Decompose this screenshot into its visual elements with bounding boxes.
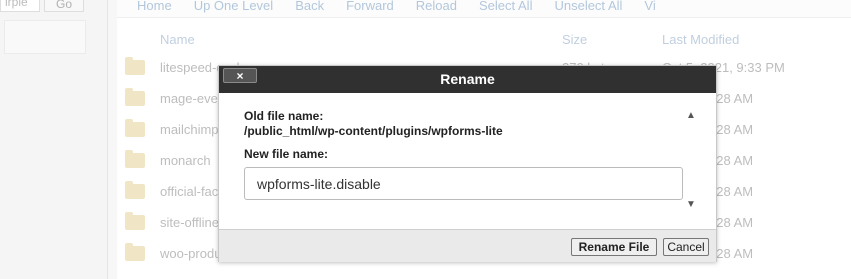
old-file-path: /public_html/wp-content/plugins/wpforms-… [244,124,503,138]
rename-file-button[interactable]: Rename File [571,238,657,256]
close-button[interactable]: × [223,68,257,83]
dialog-header: Rename × [219,66,716,93]
scroll-down-icon[interactable]: ▼ [684,198,698,212]
rename-dialog: Rename × Old file name: /public_html/wp-… [218,65,717,262]
dialog-title: Rename [440,71,495,87]
old-name-label: Old file name: [244,109,324,123]
cancel-button[interactable]: Cancel [663,238,709,256]
new-name-label: New file name: [244,147,329,161]
scroll-up-icon[interactable]: ▲ [684,109,698,123]
new-file-name-input[interactable] [244,167,683,200]
dialog-footer: Rename File Cancel [219,229,716,262]
dialog-body: Old file name: /public_html/wp-content/p… [219,93,716,229]
